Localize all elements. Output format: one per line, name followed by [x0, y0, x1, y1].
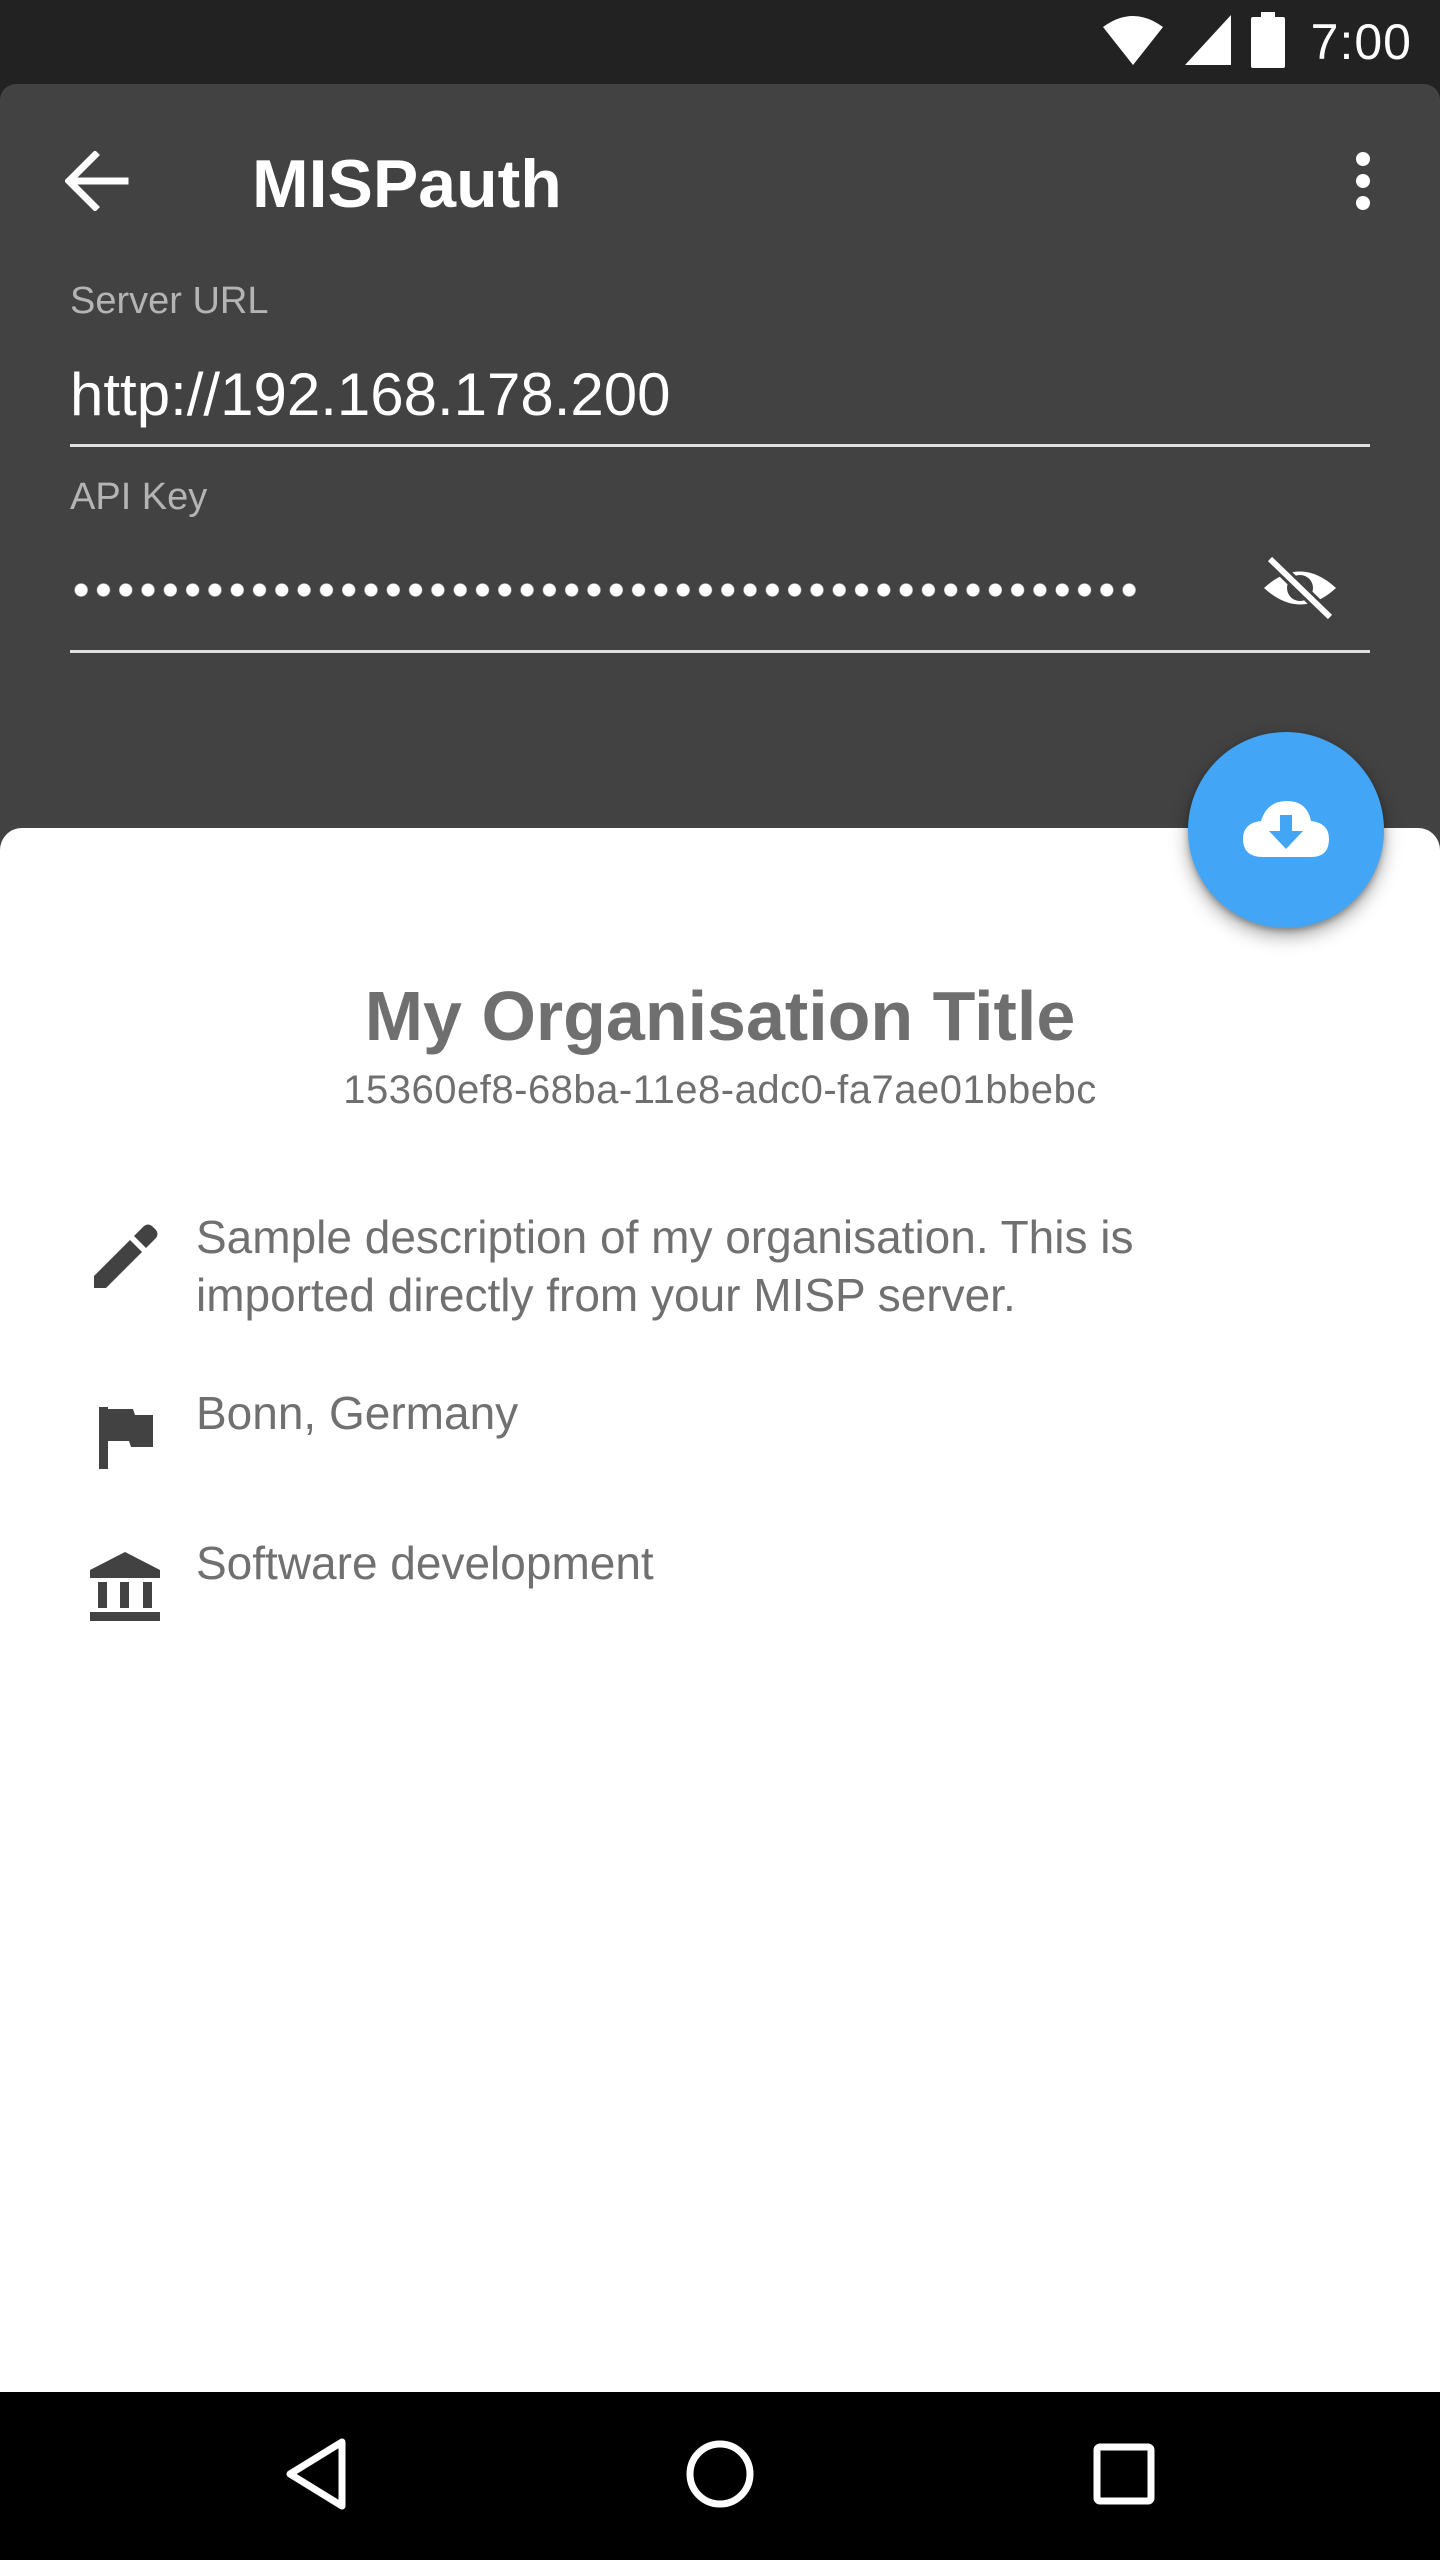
organisation-title: My Organisation Title: [364, 977, 1076, 1055]
edit-icon: [80, 1212, 170, 1302]
organisation-card: My Organisation Title 15360ef8-68ba-11e8…: [0, 828, 1440, 2392]
overflow-menu-button[interactable]: [1318, 138, 1408, 228]
battery-icon: [1250, 11, 1285, 73]
wifi-icon: [1101, 13, 1165, 72]
visibility-off-icon: [1260, 554, 1340, 626]
api-key-input[interactable]: [70, 580, 1140, 600]
server-url-underline: [70, 444, 1370, 447]
status-time: 7:00: [1310, 14, 1412, 70]
cloud-download-icon: [1241, 797, 1331, 864]
nav-recents-button[interactable]: [1064, 2416, 1184, 2536]
server-url-label: Server URL: [70, 280, 269, 322]
navigation-bar: [0, 2392, 1440, 2560]
nav-home-button[interactable]: [660, 2416, 780, 2536]
toolbar: MISPauth: [0, 84, 1440, 280]
app-screen: 7:00 MISPauth Server URL http://192.168.…: [0, 0, 1440, 2560]
api-key-label: API Key: [70, 476, 208, 518]
institution-icon: [80, 1542, 170, 1632]
more-vert-icon: [1353, 151, 1373, 216]
api-key-underline: [70, 650, 1370, 653]
organisation-sector: Software development: [196, 1537, 654, 1589]
cellular-signal-icon: [1183, 13, 1233, 72]
download-organisation-button[interactable]: [1188, 732, 1384, 928]
nav-back-icon: [284, 2438, 348, 2515]
status-bar: 7:00: [0, 0, 1440, 84]
back-button[interactable]: [52, 138, 142, 228]
flag-icon: [80, 1392, 170, 1482]
nav-back-button[interactable]: [256, 2416, 376, 2536]
status-icons: 7:00: [1101, 10, 1412, 74]
organisation-uuid: 15360ef8-68ba-11e8-adc0-fa7ae01bbebc: [343, 1068, 1097, 1112]
arrow-back-icon: [64, 149, 129, 216]
nav-recents-icon: [1092, 2442, 1156, 2511]
toggle-visibility-button[interactable]: [1252, 550, 1348, 630]
organisation-location: Bonn, Germany: [196, 1387, 519, 1439]
organisation-description: Sample description of my organisation. T…: [196, 1211, 1134, 1321]
server-url-input[interactable]: http://192.168.178.200: [70, 360, 671, 429]
organisation-description-row: Sample description of my organisation. T…: [80, 1208, 1380, 1328]
nav-home-icon: [684, 2438, 756, 2515]
app-title: MISPauth: [252, 146, 562, 222]
organisation-sector-row: Software development: [80, 1534, 1380, 1624]
organisation-location-row: Bonn, Germany: [80, 1384, 1380, 1474]
